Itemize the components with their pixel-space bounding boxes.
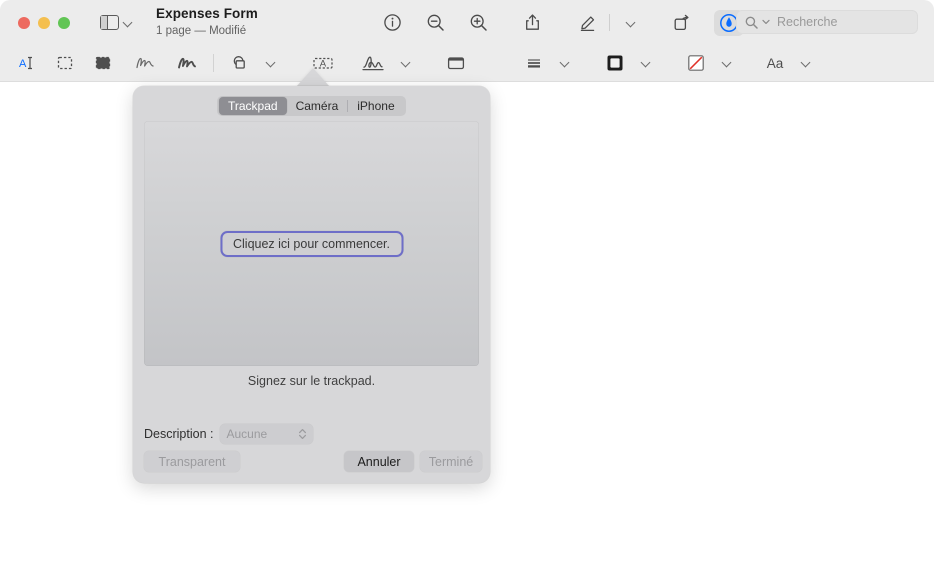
info-icon[interactable] bbox=[375, 8, 409, 38]
shapes-chevron-icon[interactable] bbox=[256, 50, 286, 76]
markup-toolbar: A bbox=[0, 45, 934, 82]
border-color-chevron-icon[interactable] bbox=[631, 50, 661, 76]
tab-trackpad[interactable]: Trackpad bbox=[219, 97, 287, 115]
close-button[interactable] bbox=[18, 17, 30, 29]
fill-color-chevron-icon[interactable] bbox=[712, 50, 742, 76]
zoom-in-icon[interactable] bbox=[461, 8, 495, 38]
shape-style-chevron-icon[interactable] bbox=[550, 50, 580, 76]
popover-button-row: Transparent Annuler Terminé bbox=[133, 451, 490, 475]
text-style-icon[interactable]: Aa bbox=[760, 50, 790, 76]
description-value: Aucune bbox=[226, 427, 267, 441]
search-placeholder: Recherche bbox=[777, 15, 837, 29]
note-icon[interactable] bbox=[441, 50, 471, 76]
document-subtitle: 1 page — Modifié bbox=[156, 24, 258, 38]
capture-source-tabs: Trackpad Caméra iPhone bbox=[217, 96, 406, 116]
markup-chevron-icon[interactable] bbox=[614, 8, 648, 38]
signature-popover: Trackpad Caméra iPhone Cliquez ici pour … bbox=[133, 86, 490, 483]
markup-pen-icon[interactable] bbox=[571, 8, 605, 38]
tab-camera[interactable]: Caméra bbox=[287, 97, 348, 115]
cancel-button[interactable]: Annuler bbox=[344, 451, 414, 472]
minimize-button[interactable] bbox=[38, 17, 50, 29]
border-color-icon[interactable] bbox=[600, 50, 630, 76]
chevron-down-icon[interactable] bbox=[762, 18, 770, 26]
text-style-chevron-icon[interactable] bbox=[791, 50, 821, 76]
popover-arrow bbox=[296, 68, 330, 87]
search-input[interactable]: Recherche bbox=[736, 10, 918, 34]
zoom-button[interactable] bbox=[58, 17, 70, 29]
signature-chevron-icon[interactable] bbox=[391, 50, 421, 76]
start-signing-button[interactable]: Cliquez ici pour commencer. bbox=[220, 231, 403, 257]
text-selection-icon[interactable]: A bbox=[12, 50, 42, 76]
transparent-button[interactable]: Transparent bbox=[144, 451, 240, 472]
page-title: Expenses Form bbox=[156, 6, 258, 23]
chevron-updown-icon bbox=[298, 428, 307, 440]
signature-icon[interactable] bbox=[360, 50, 390, 76]
description-label: Description : bbox=[144, 427, 213, 441]
svg-text:A: A bbox=[19, 58, 27, 70]
chevron-down-icon[interactable] bbox=[124, 19, 132, 27]
traffic-lights bbox=[18, 17, 70, 29]
sidebar-toggle-button[interactable] bbox=[100, 15, 132, 30]
draw-icon[interactable] bbox=[172, 50, 202, 76]
trackpad-capture-area[interactable]: Cliquez ici pour commencer. bbox=[144, 121, 479, 366]
shape-style-icon[interactable] bbox=[519, 50, 549, 76]
instant-alpha-icon[interactable] bbox=[88, 50, 118, 76]
title-bar: Expenses Form 1 page — Modifié bbox=[0, 0, 934, 45]
sidebar-icon bbox=[100, 15, 119, 30]
share-icon[interactable] bbox=[515, 8, 549, 38]
toolbar-actions bbox=[375, 0, 794, 45]
fill-color-icon[interactable] bbox=[681, 50, 711, 76]
sketch-icon[interactable] bbox=[130, 50, 160, 76]
rectangular-selection-icon[interactable] bbox=[50, 50, 80, 76]
zoom-out-icon[interactable] bbox=[418, 8, 452, 38]
document-title-block: Expenses Form 1 page — Modifié bbox=[156, 6, 258, 38]
description-row: Description : Aucune bbox=[144, 424, 313, 444]
done-button[interactable]: Terminé bbox=[420, 451, 482, 472]
search-icon bbox=[745, 16, 758, 29]
preview-window: Expenses Form 1 page — Modifié bbox=[0, 0, 934, 585]
toolbar-divider bbox=[609, 14, 610, 31]
markup-divider bbox=[213, 54, 214, 72]
tab-iphone[interactable]: iPhone bbox=[348, 97, 403, 115]
description-select[interactable]: Aucune bbox=[220, 424, 313, 444]
capture-hint-text: Signez sur le trackpad. bbox=[133, 374, 490, 388]
rotate-icon[interactable] bbox=[664, 8, 698, 38]
shapes-icon[interactable] bbox=[225, 50, 255, 76]
